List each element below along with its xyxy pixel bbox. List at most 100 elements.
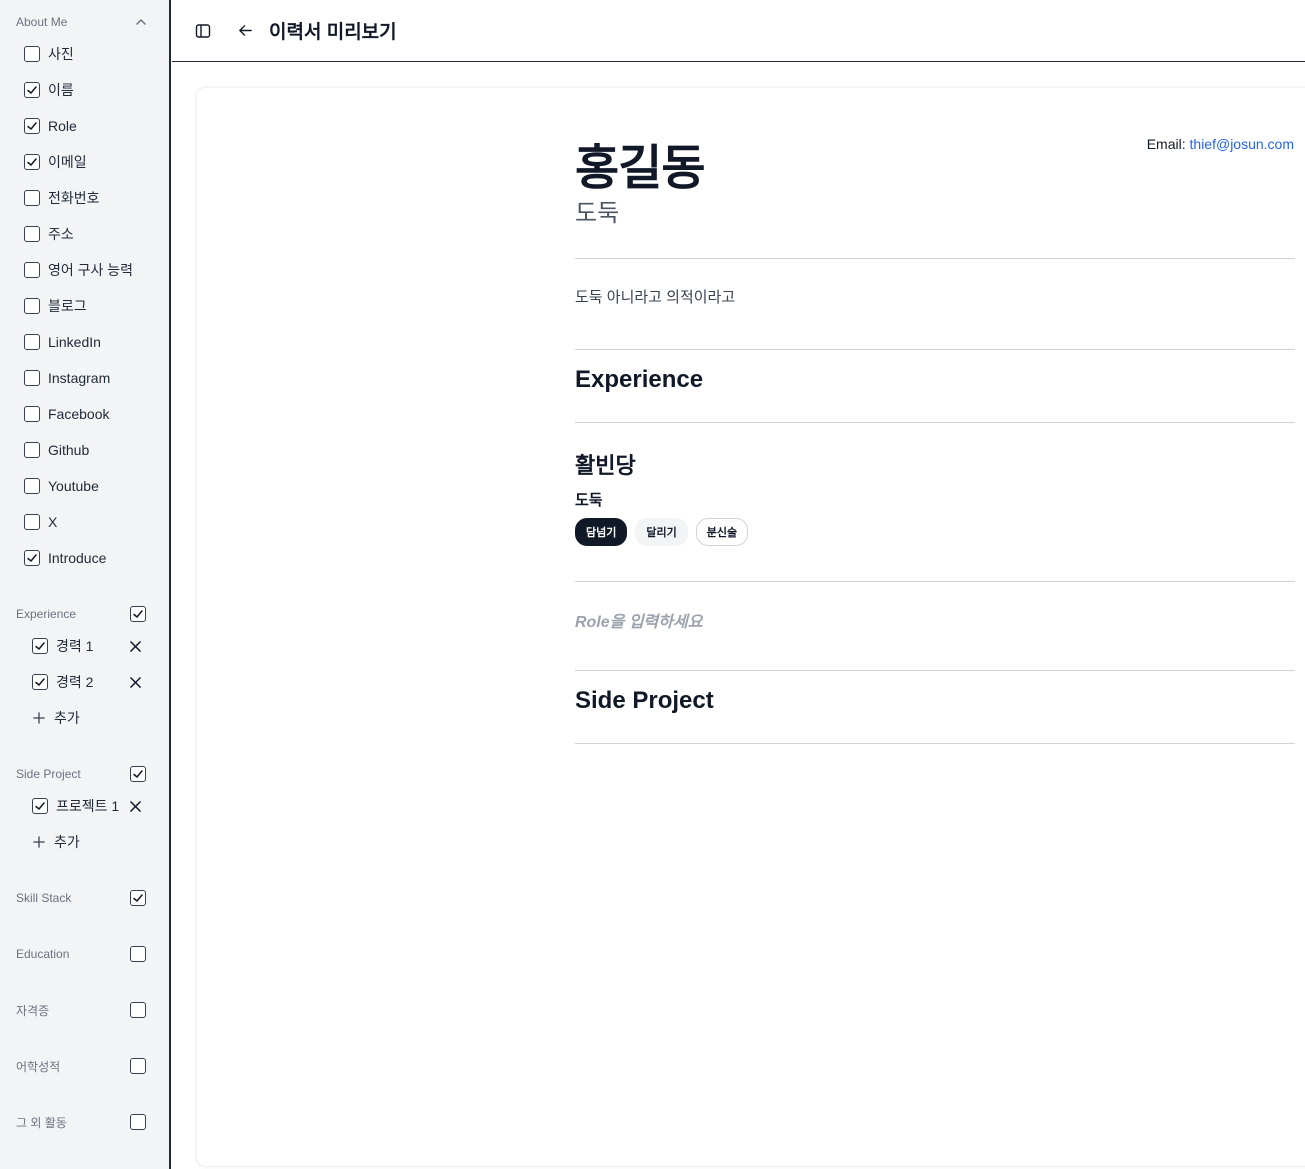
section-header-language-scores: 어학성적 xyxy=(16,1054,148,1078)
page-title: 이력서 미리보기 xyxy=(269,22,397,43)
about-item-label: 이름 xyxy=(48,82,74,98)
divider xyxy=(575,743,1295,744)
remove-experience-2-icon[interactable] xyxy=(128,675,142,689)
section-title-education: Education xyxy=(16,947,70,961)
about-item-4[interactable]: 전화번호 xyxy=(24,186,100,210)
about-item-label: Facebook xyxy=(48,406,110,422)
add-experience-button[interactable]: 추가 xyxy=(32,706,80,730)
about-item-9[interactable]: Instagram xyxy=(24,366,110,390)
about-item-11[interactable]: Github xyxy=(24,438,89,462)
experience-heading: Experience xyxy=(575,366,704,393)
experience-job-title: 도둑 xyxy=(575,492,603,509)
about-item-2[interactable]: Role xyxy=(24,114,77,138)
resume-introduce: 도둑 아니라고 의적이라고 xyxy=(575,289,736,306)
about-item-checkbox[interactable] xyxy=(24,154,40,170)
about-item-label: 사진 xyxy=(48,46,74,62)
about-item-checkbox[interactable] xyxy=(24,514,40,530)
about-item-checkbox[interactable] xyxy=(24,82,40,98)
resume-email: Email: thief@josun.com xyxy=(1147,136,1294,152)
about-item-label: LinkedIn xyxy=(48,334,101,350)
about-item-checkbox[interactable] xyxy=(24,550,40,566)
side-project-item-1-checkbox[interactable] xyxy=(32,798,48,814)
about-item-checkbox[interactable] xyxy=(24,190,40,206)
sidebar-toggle-icon[interactable] xyxy=(193,21,213,41)
section-title-other-activities: 그 외 활동 xyxy=(16,1115,67,1130)
about-item-1[interactable]: 이름 xyxy=(24,78,74,102)
about-item-12[interactable]: Youtube xyxy=(24,474,99,498)
resume-preview-paper xyxy=(196,87,1305,1167)
add-side-project-label: 추가 xyxy=(54,834,80,850)
chevron-up-icon[interactable] xyxy=(134,15,148,29)
section-header-experience: Experience xyxy=(16,602,148,626)
experience-toggle-checkbox[interactable] xyxy=(130,606,146,622)
experience-item-1-checkbox[interactable] xyxy=(32,638,48,654)
divider xyxy=(575,349,1295,350)
about-item-label: Introduce xyxy=(48,550,107,566)
about-item-checkbox[interactable] xyxy=(24,262,40,278)
section-title-language-scores: 어학성적 xyxy=(16,1059,61,1074)
side-project-heading: Side Project xyxy=(575,687,714,714)
side-project-toggle-checkbox[interactable] xyxy=(130,766,146,782)
side-project-item-1[interactable]: 프로젝트 1 xyxy=(32,794,142,818)
section-title-experience: Experience xyxy=(16,607,77,621)
experience-item-2[interactable]: 경력 2 xyxy=(32,670,142,694)
experience-item-1[interactable]: 경력 1 xyxy=(32,634,142,658)
skill-tag: 분신술 xyxy=(695,518,749,546)
experience-item-2-checkbox[interactable] xyxy=(32,674,48,690)
role-placeholder: Role을 입력하세요 xyxy=(575,614,703,631)
about-item-checkbox[interactable] xyxy=(24,298,40,314)
about-item-checkbox[interactable] xyxy=(24,334,40,350)
divider xyxy=(575,581,1295,582)
certificates-toggle-checkbox[interactable] xyxy=(130,1002,146,1018)
about-item-checkbox[interactable] xyxy=(24,118,40,134)
remove-experience-1-icon[interactable] xyxy=(128,639,142,653)
section-header-side-project: Side Project xyxy=(16,762,148,786)
add-side-project-button[interactable]: 추가 xyxy=(32,830,80,854)
divider xyxy=(575,422,1295,423)
about-item-14[interactable]: Introduce xyxy=(24,546,106,570)
experience-company: 활빈당 xyxy=(575,453,636,478)
about-item-checkbox[interactable] xyxy=(24,406,40,422)
section-header-other-activities: 그 외 활동 xyxy=(16,1110,148,1134)
about-item-checkbox[interactable] xyxy=(24,226,40,242)
skill-stack-toggle-checkbox[interactable] xyxy=(130,890,146,906)
plus-icon xyxy=(32,835,46,849)
education-toggle-checkbox[interactable] xyxy=(130,946,146,962)
about-item-10[interactable]: Facebook xyxy=(24,402,109,426)
about-item-3[interactable]: 이메일 xyxy=(24,150,87,174)
section-title-side-project: Side Project xyxy=(16,767,81,781)
about-item-7[interactable]: 블로그 xyxy=(24,294,87,318)
about-item-label: 영어 구사 능력 xyxy=(48,262,134,278)
skill-tag: 담넘기 xyxy=(575,518,628,546)
section-header-about-me[interactable]: About Me xyxy=(16,10,148,34)
back-arrow-icon[interactable] xyxy=(235,21,255,41)
about-item-label: Github xyxy=(48,442,90,458)
about-item-checkbox[interactable] xyxy=(24,370,40,386)
about-item-5[interactable]: 주소 xyxy=(24,222,74,246)
side-project-item-1-label: 프로젝트 1 xyxy=(56,798,120,814)
language-scores-toggle-checkbox[interactable] xyxy=(130,1058,146,1074)
about-item-label: Instagram xyxy=(48,370,111,386)
about-item-label: 블로그 xyxy=(48,298,87,314)
divider xyxy=(575,670,1295,671)
email-label: Email: xyxy=(1146,136,1186,152)
about-item-label: X xyxy=(48,514,58,530)
section-title-skill-stack: Skill Stack xyxy=(16,891,72,905)
divider xyxy=(575,258,1295,259)
sidebar: About Me 사진이름 Role 이메일전화번호주소영어 구사 능력블로그 Lin… xyxy=(0,0,171,1169)
about-item-checkbox[interactable] xyxy=(24,478,40,494)
about-item-label: Role xyxy=(48,118,77,134)
about-item-checkbox[interactable] xyxy=(24,46,40,62)
section-header-education: Education xyxy=(16,942,148,966)
section-header-certificates: 자격증 xyxy=(16,998,148,1022)
remove-project-1-icon[interactable] xyxy=(128,799,142,813)
experience-item-1-label: 경력 1 xyxy=(56,638,94,654)
about-item-0[interactable]: 사진 xyxy=(24,42,74,66)
about-item-checkbox[interactable] xyxy=(24,442,40,458)
about-item-6[interactable]: 영어 구사 능력 xyxy=(24,258,133,282)
resume-role: 도둑 xyxy=(575,200,620,227)
other-activities-toggle-checkbox[interactable] xyxy=(130,1114,146,1130)
about-item-8[interactable]: LinkedIn xyxy=(24,330,101,354)
about-item-13[interactable]: X xyxy=(24,510,57,534)
email-link[interactable]: thief@josun.com xyxy=(1190,136,1294,152)
